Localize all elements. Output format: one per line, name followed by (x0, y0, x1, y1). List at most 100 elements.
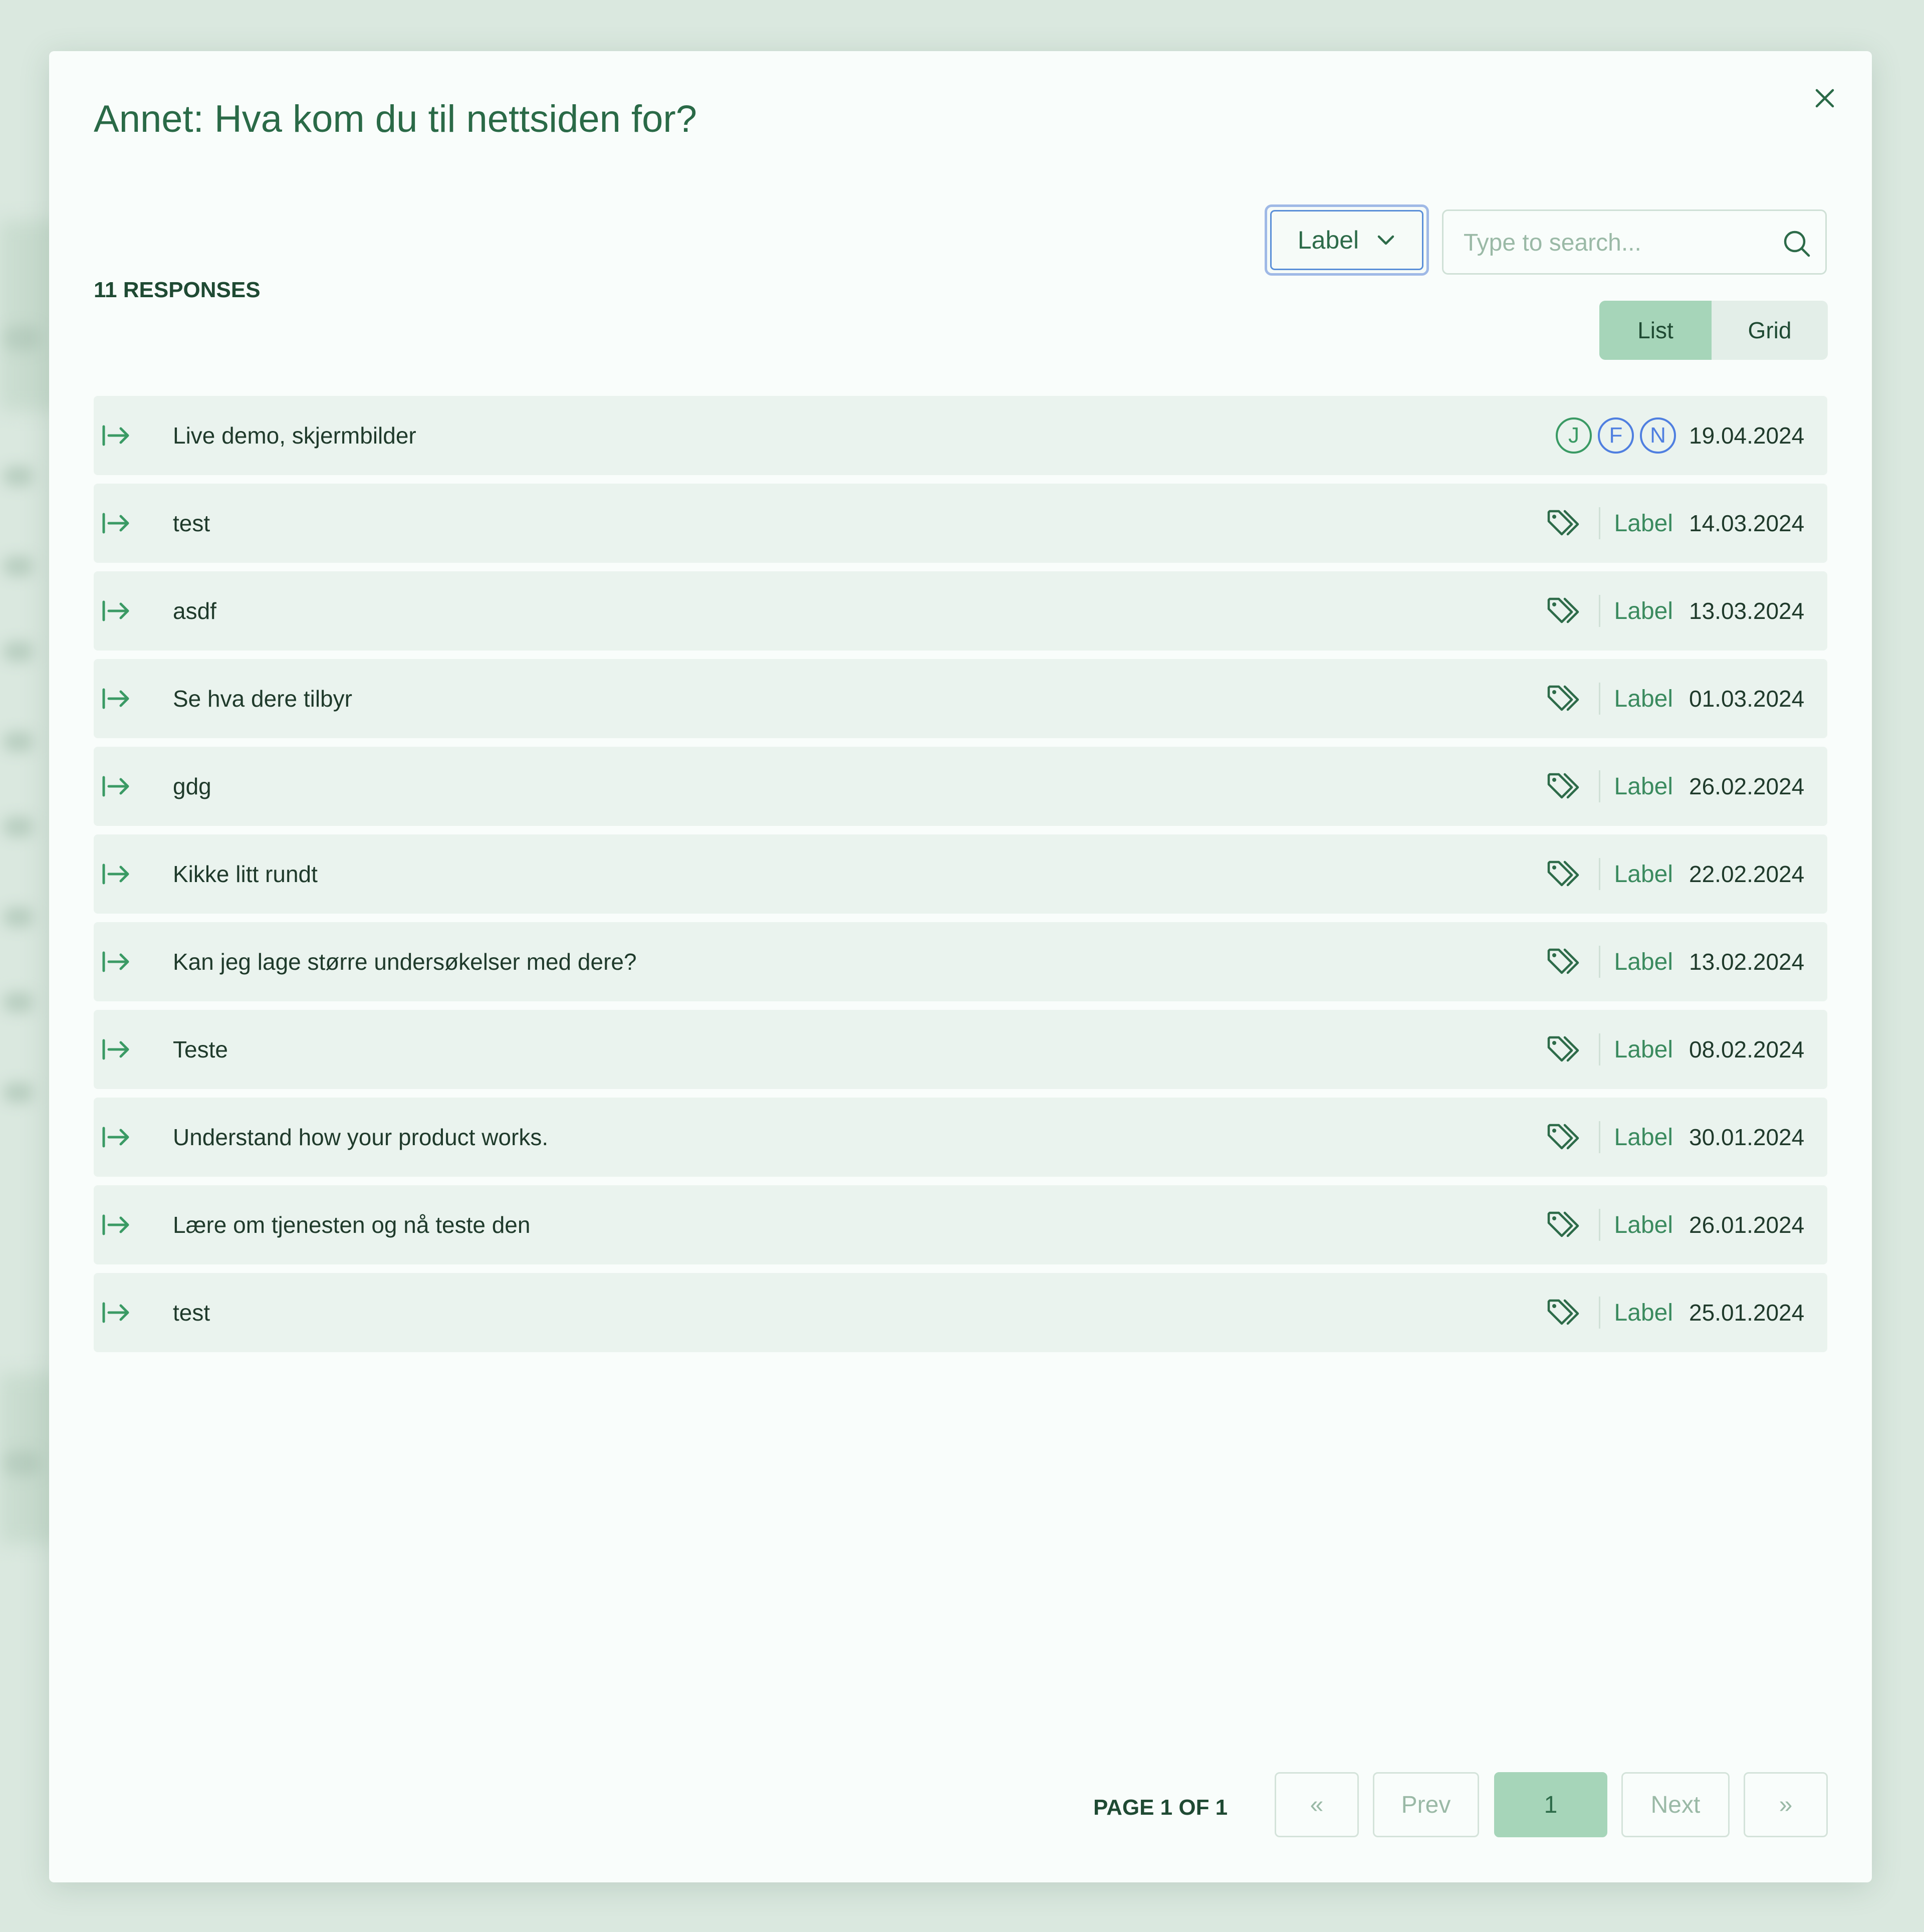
avatar[interactable]: N (1640, 417, 1676, 454)
response-label[interactable]: Label (1614, 685, 1673, 713)
background-blurred-item (3, 466, 33, 486)
background-blurred-item (3, 556, 33, 576)
tags-icon[interactable] (1547, 1210, 1585, 1240)
response-meta: Label 13.03.2024 (1547, 571, 1809, 651)
response-date: 01.03.2024 (1689, 686, 1805, 712)
open-response-arrow-icon[interactable] (101, 685, 132, 713)
response-row[interactable]: Teste Label 08.02.2024 (94, 1010, 1827, 1089)
prev-page-button[interactable]: Prev (1373, 1772, 1479, 1837)
response-label[interactable]: Label (1614, 597, 1673, 625)
response-date: 26.01.2024 (1689, 1212, 1805, 1238)
first-page-button[interactable]: « (1275, 1772, 1359, 1837)
search-icon[interactable] (1782, 229, 1811, 258)
response-label[interactable]: Label (1614, 510, 1673, 537)
response-text: test (173, 510, 210, 536)
divider (1598, 770, 1600, 802)
response-text: gdg (173, 773, 211, 799)
tags-icon[interactable] (1547, 947, 1585, 977)
response-text: Live demo, skjermbilder (173, 422, 416, 449)
response-date: 14.03.2024 (1689, 510, 1805, 536)
open-response-arrow-icon[interactable] (101, 421, 132, 450)
response-row[interactable]: gdg Label 26.02.2024 (94, 747, 1827, 826)
open-response-arrow-icon[interactable] (101, 772, 132, 800)
background-blurred-item (3, 907, 33, 927)
background-blurred-item (3, 992, 33, 1012)
open-response-arrow-icon[interactable] (101, 1123, 132, 1151)
response-text: test (173, 1300, 210, 1326)
response-row[interactable]: test Label 14.03.2024 (94, 484, 1827, 563)
response-label[interactable]: Label (1614, 773, 1673, 800)
tags-icon[interactable] (1547, 859, 1585, 889)
last-page-button[interactable]: » (1744, 1772, 1828, 1837)
response-date: 13.02.2024 (1689, 949, 1805, 975)
tags-icon[interactable] (1547, 508, 1585, 538)
grid-view-button[interactable]: Grid (1712, 301, 1828, 360)
avatar[interactable]: J (1556, 417, 1592, 454)
open-response-arrow-icon[interactable] (101, 1035, 132, 1063)
response-label[interactable]: Label (1614, 861, 1673, 888)
response-meta: Label 01.03.2024 (1547, 659, 1809, 738)
background-blurred-item (3, 641, 33, 662)
response-meta: J F N 19.04.2024 (1556, 396, 1809, 475)
view-toggle: List Grid (1599, 301, 1828, 360)
search-input[interactable] (1463, 211, 1765, 274)
response-meta: Label 13.02.2024 (1547, 922, 1809, 1001)
response-row[interactable]: asdf Label 13.03.2024 (94, 571, 1827, 651)
response-row[interactable]: Kikke litt rundt Label 22.02.2024 (94, 834, 1827, 914)
page-1-button[interactable]: 1 (1494, 1772, 1607, 1837)
tags-icon[interactable] (1547, 1122, 1585, 1152)
tags-icon[interactable] (1547, 1034, 1585, 1064)
avatar[interactable]: F (1598, 417, 1634, 454)
page-info: PAGE 1 OF 1 (1093, 1795, 1228, 1820)
response-meta: Label 25.01.2024 (1547, 1273, 1809, 1352)
divider (1598, 858, 1600, 890)
tags-icon[interactable] (1547, 771, 1585, 801)
open-response-arrow-icon[interactable] (101, 860, 132, 888)
response-row[interactable]: test Label 25.01.2024 (94, 1273, 1827, 1352)
close-icon[interactable] (1814, 87, 1836, 109)
divider (1598, 946, 1600, 978)
divider (1598, 595, 1600, 627)
background-blurred-item (5, 1451, 40, 1476)
response-date: 25.01.2024 (1689, 1300, 1805, 1326)
background-blurred-item (5, 326, 40, 351)
open-response-arrow-icon[interactable] (101, 948, 132, 976)
response-label[interactable]: Label (1614, 1299, 1673, 1327)
response-row[interactable]: Live demo, skjermbilder J F N 19.04.2024 (94, 396, 1827, 475)
open-response-arrow-icon[interactable] (101, 1211, 132, 1239)
open-response-arrow-icon[interactable] (101, 1299, 132, 1327)
response-text: Lære om tjenesten og nå teste den (173, 1212, 531, 1238)
response-label[interactable]: Label (1614, 948, 1673, 976)
response-date: 30.01.2024 (1689, 1124, 1805, 1150)
assigned-avatars: JFN (1556, 417, 1676, 454)
background-blurred-item (3, 817, 33, 837)
response-text: asdf (173, 598, 216, 624)
background-blurred-item (3, 1083, 33, 1103)
close-button[interactable] (1809, 82, 1841, 114)
open-response-arrow-icon[interactable] (101, 509, 132, 537)
next-page-button[interactable]: Next (1621, 1772, 1730, 1837)
response-row[interactable]: Kan jeg lage større undersøkelser med de… (94, 922, 1827, 1001)
open-response-arrow-icon[interactable] (101, 597, 132, 625)
tags-icon[interactable] (1547, 684, 1585, 714)
list-view-button[interactable]: List (1599, 301, 1712, 360)
response-row[interactable]: Understand how your product works. Label 3… (94, 1098, 1827, 1177)
label-filter-value: Label (1297, 226, 1359, 254)
tags-icon[interactable] (1547, 1298, 1585, 1328)
divider (1598, 683, 1600, 715)
divider (1598, 1033, 1600, 1065)
background-blurred-item (3, 732, 33, 752)
response-meta: Label 08.02.2024 (1547, 1010, 1809, 1089)
response-row[interactable]: Lære om tjenesten og nå teste den Label 26… (94, 1185, 1827, 1264)
label-filter-dropdown[interactable]: Label (1265, 204, 1429, 276)
divider (1598, 507, 1600, 539)
response-meta: Label 14.03.2024 (1547, 484, 1809, 563)
response-label[interactable]: Label (1614, 1211, 1673, 1239)
tags-icon[interactable] (1547, 596, 1585, 626)
modal-title: Annet: Hva kom du til nettsiden for? (94, 98, 697, 140)
response-label[interactable]: Label (1614, 1124, 1673, 1151)
response-row[interactable]: Se hva dere tilbyr Label 01.03.2024 (94, 659, 1827, 738)
response-meta: Label 26.01.2024 (1547, 1185, 1809, 1264)
response-label[interactable]: Label (1614, 1036, 1673, 1063)
response-text: Kan jeg lage større undersøkelser med de… (173, 949, 637, 975)
